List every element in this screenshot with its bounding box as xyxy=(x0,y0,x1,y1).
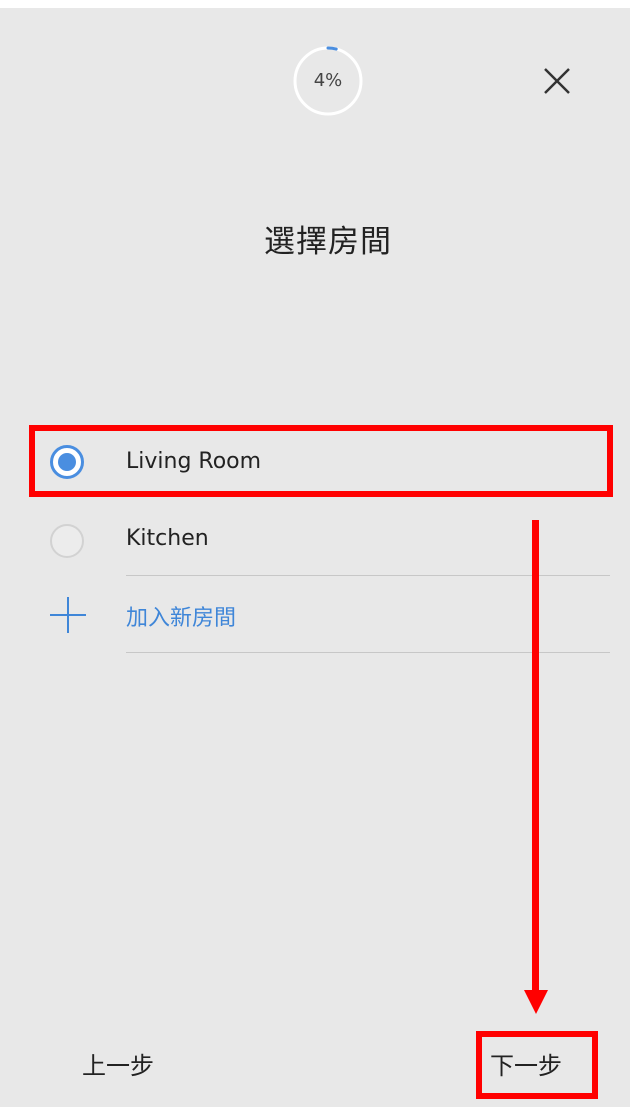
annotation-arrow-head-icon xyxy=(524,990,548,1014)
add-room-label: 加入新房間 xyxy=(126,606,237,631)
room-label: Kitchen xyxy=(126,526,209,551)
page-title: 選擇房間 xyxy=(264,224,392,260)
radio-selected-icon[interactable] xyxy=(50,445,84,479)
next-button[interactable]: 下一步 xyxy=(490,1046,562,1081)
room-label: Living Room xyxy=(126,449,262,474)
top-strip xyxy=(0,0,630,8)
room-option-living-room[interactable]: Living Room xyxy=(0,425,630,501)
annotation-arrow-line xyxy=(532,520,539,995)
close-icon xyxy=(544,68,570,94)
close-button[interactable] xyxy=(538,62,576,100)
app-screen: 4% 選擇房間 Living Room Kitchen 加入新房間 上一步 下一… xyxy=(0,0,630,1107)
back-button[interactable]: 上一步 xyxy=(82,1046,154,1081)
radio-unselected-icon[interactable] xyxy=(50,524,84,558)
plus-icon xyxy=(50,597,86,633)
progress-text: 4% xyxy=(313,70,343,91)
progress-indicator: 4% xyxy=(292,45,364,117)
